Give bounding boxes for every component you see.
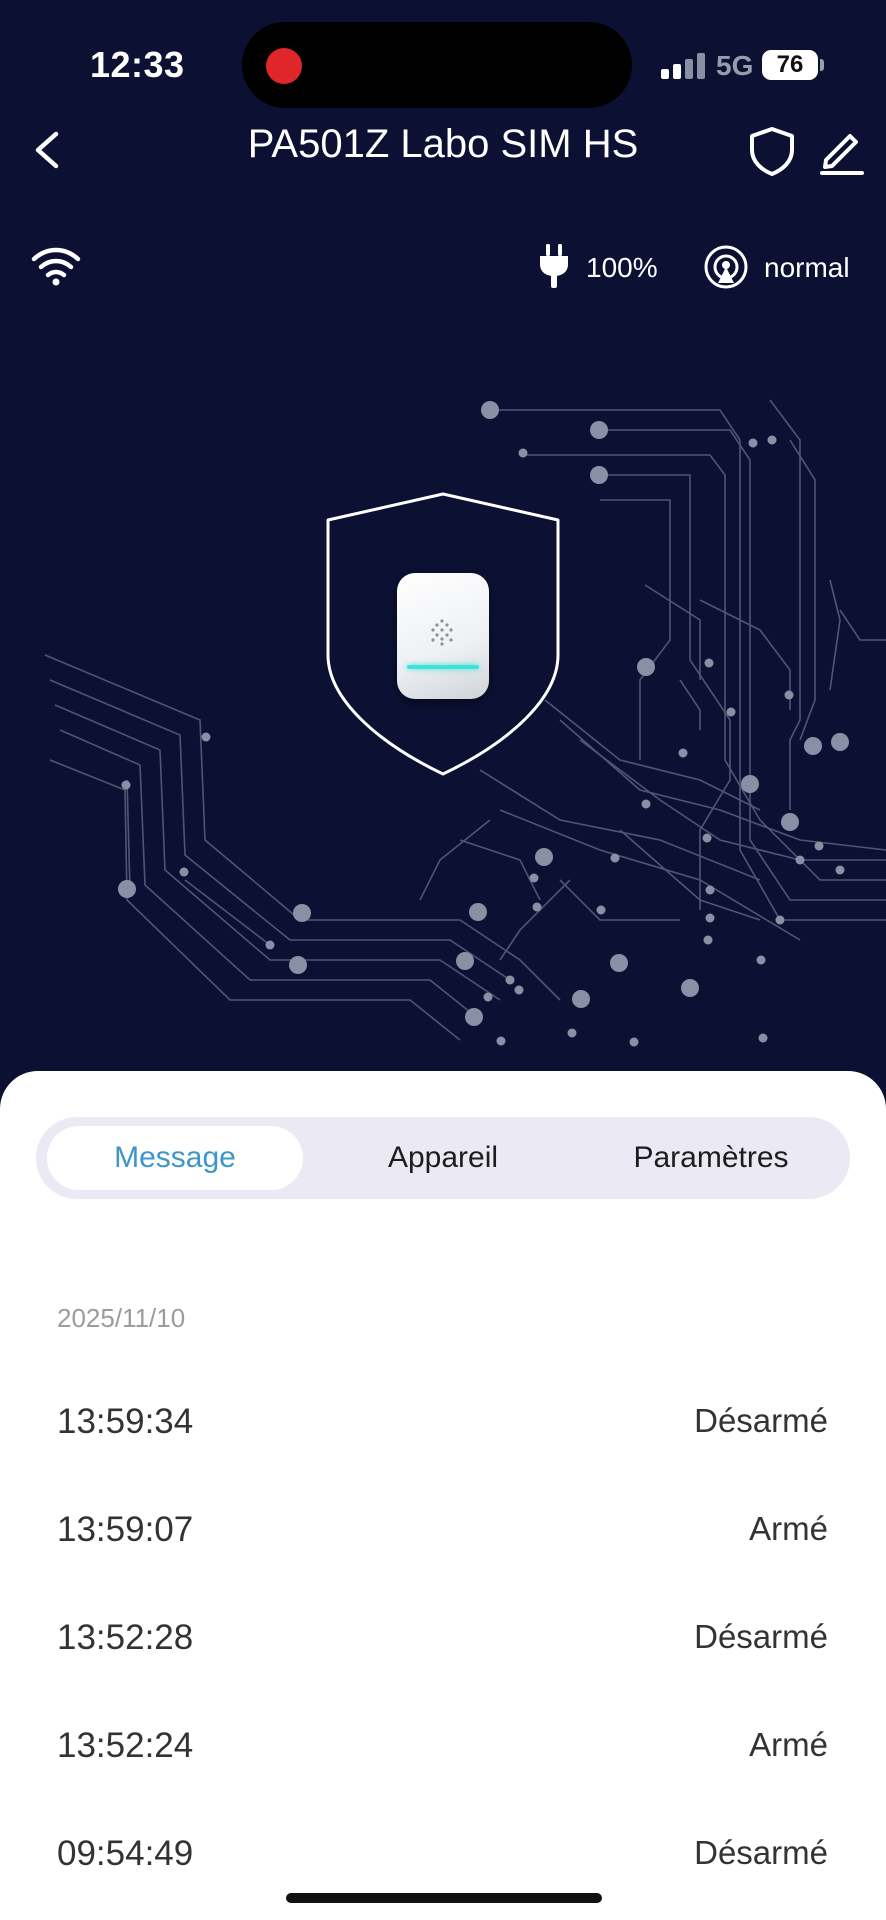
log-time: 13:52:24 xyxy=(57,1726,194,1765)
log-state: Désarmé xyxy=(694,1834,828,1871)
list-item: 13:52:24 Armé xyxy=(0,1726,886,1786)
home-indicator[interactable] xyxy=(286,1893,602,1903)
log-date: 2025/11/10 xyxy=(57,1303,186,1333)
list-item: 09:54:49 Désarmé xyxy=(0,1834,886,1894)
device-image xyxy=(397,573,489,699)
power-level: 100% xyxy=(586,252,658,283)
network-type: 5G xyxy=(716,50,754,81)
plug-icon xyxy=(540,244,568,288)
battery-tip xyxy=(820,59,824,71)
back-icon[interactable] xyxy=(18,120,78,180)
app-screen: 12:33 5G 76 PA501Z Labo SIM HS 100% norm… xyxy=(0,0,886,1920)
battery-level: 76 xyxy=(762,50,818,80)
bottom-sheet: Message Appareil Paramètres 2025/11/10 1… xyxy=(0,1071,886,1920)
log-state: Armé xyxy=(749,1510,828,1547)
pencil-icon[interactable] xyxy=(816,126,866,176)
cellular-signal-icon xyxy=(661,53,705,79)
status-led xyxy=(407,665,479,669)
list-item: 13:59:07 Armé xyxy=(0,1510,886,1570)
log-time: 13:52:28 xyxy=(57,1618,194,1657)
tab-parametres[interactable]: Paramètres xyxy=(583,1126,839,1190)
log-time: 09:54:49 xyxy=(57,1834,194,1873)
status-time: 12:33 xyxy=(90,44,185,85)
recording-indicator-icon xyxy=(266,48,302,84)
log-time: 13:59:07 xyxy=(57,1510,194,1549)
mode-status: normal xyxy=(764,252,850,283)
dynamic-island xyxy=(242,22,632,108)
page-title: PA501Z Labo SIM HS xyxy=(247,122,639,166)
speaker-grille-icon xyxy=(431,619,453,646)
antenna-icon xyxy=(704,245,748,289)
log-time: 13:59:34 xyxy=(57,1402,194,1441)
segmented-tabs: Message Appareil Paramètres xyxy=(36,1117,850,1199)
wifi-icon xyxy=(31,247,81,286)
shield-icon[interactable] xyxy=(748,126,796,176)
tab-appareil[interactable]: Appareil xyxy=(315,1126,571,1190)
list-item: 13:59:34 Désarmé xyxy=(0,1402,886,1462)
log-state: Armé xyxy=(749,1726,828,1763)
log-state: Désarmé xyxy=(694,1618,828,1655)
tab-message[interactable]: Message xyxy=(47,1126,303,1190)
log-state: Désarmé xyxy=(694,1402,828,1439)
list-item: 13:52:28 Désarmé xyxy=(0,1618,886,1678)
